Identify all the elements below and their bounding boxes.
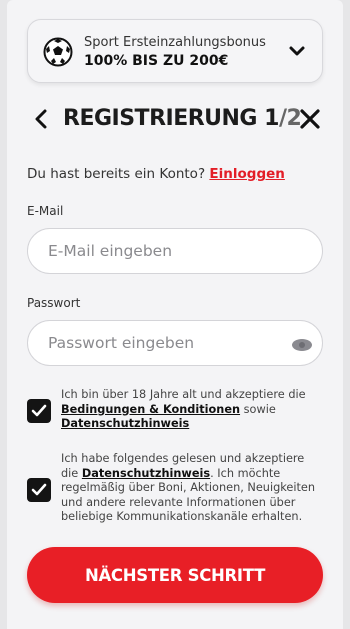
chevron-down-icon[interactable] <box>288 42 306 60</box>
login-prompt: Du hast bereits ein Konto? Einloggen <box>27 166 285 182</box>
registration-panel <box>7 0 343 629</box>
bonus-title: Sport Ersteinzahlungsbonus <box>84 35 266 50</box>
consent-marketing-text: Ich habe folgendes gelesen und akzeptier… <box>61 452 323 525</box>
back-arrow-icon[interactable] <box>31 108 53 130</box>
close-icon[interactable] <box>299 108 321 130</box>
consent-marketing-checkbox[interactable] <box>27 478 51 502</box>
bonus-amount: 100% BIS ZU 200€ <box>84 53 229 69</box>
title-step-total: /2 <box>278 106 302 131</box>
password-field[interactable] <box>27 320 323 366</box>
next-step-button[interactable]: NÄCHSTER SCHRITT <box>27 547 323 603</box>
login-link[interactable]: Einloggen <box>209 166 284 182</box>
privacy-link[interactable]: Datenschutzhinweis <box>61 417 189 430</box>
checkmark-icon <box>31 483 47 496</box>
privacy-link-marketing[interactable]: Datenschutzhinweis <box>82 467 210 480</box>
consent-terms-checkbox[interactable] <box>27 399 51 423</box>
email-label: E-Mail <box>27 204 64 218</box>
consent-terms-text: Ich bin über 18 Jahre alt und akzeptiere… <box>61 388 323 432</box>
consent-terms-intro: Ich bin über 18 Jahre alt und akzeptiere… <box>61 388 306 401</box>
email-field[interactable] <box>27 228 323 274</box>
page-title: REGISTRIERUNG 1/2 <box>63 106 302 131</box>
registration-header: REGISTRIERUNG 1/2 <box>27 100 323 140</box>
show-password-icon[interactable] <box>292 339 312 351</box>
consent-terms-joiner: sowie <box>243 402 276 416</box>
bonus-selector[interactable]: Sport Ersteinzahlungsbonus 100% BIS ZU 2… <box>27 19 323 83</box>
password-label: Passwort <box>27 296 81 310</box>
terms-link[interactable]: Bedingungen & Konditionen <box>61 403 240 416</box>
login-prompt-text: Du hast bereits ein Konto? <box>27 166 206 182</box>
title-step: REGISTRIERUNG 1 <box>63 106 279 131</box>
checkmark-icon <box>31 404 47 417</box>
soccer-ball-icon <box>43 37 73 67</box>
